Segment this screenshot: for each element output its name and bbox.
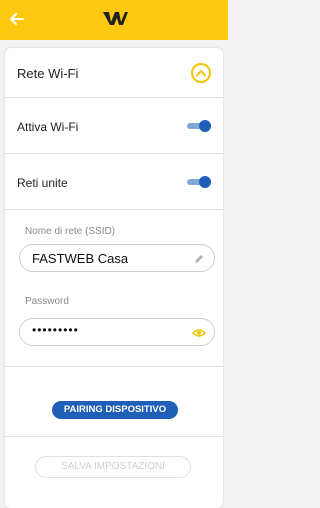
toggle-knob [199,120,211,132]
app-header [0,0,228,40]
chevron-up-icon [196,70,206,77]
divider [5,436,223,437]
toggle-knob [199,176,211,188]
wifi-settings-card: Rete Wi-Fi Attiva Wi-Fi Reti unite Nome … [5,48,223,508]
password-label: Password [25,296,69,307]
brand-logo [101,8,129,28]
pairing-device-button[interactable]: PAIRING DISPOSITIVO [52,401,178,419]
password-field[interactable]: ••••••••• [19,318,215,346]
ssid-value: FASTWEB Casa [32,251,129,266]
merged-networks-toggle[interactable] [187,176,211,188]
toggle-row-merged: Reti unite [5,154,223,210]
toggle-label-merged: Reti unite [17,176,68,190]
wifi-toggle[interactable] [187,120,211,132]
collapse-button[interactable] [191,63,211,83]
toggle-row-wifi: Attiva Wi-Fi [5,98,223,154]
card-title: Rete Wi-Fi [17,66,79,81]
arrow-left-icon [10,13,24,25]
divider [5,366,223,367]
password-value: ••••••••• [32,323,79,337]
ssid-label: Nome di rete (SSID) [25,226,116,237]
ssid-field[interactable]: FASTWEB Casa [19,244,215,272]
pencil-icon[interactable] [192,252,206,266]
back-button[interactable] [6,8,28,30]
eye-icon[interactable] [192,326,206,340]
toggle-label-wifi: Attiva Wi-Fi [17,120,79,134]
card-header: Rete Wi-Fi [5,48,223,98]
save-settings-button[interactable]: SALVA IMPOSTAZIONI [35,456,191,478]
